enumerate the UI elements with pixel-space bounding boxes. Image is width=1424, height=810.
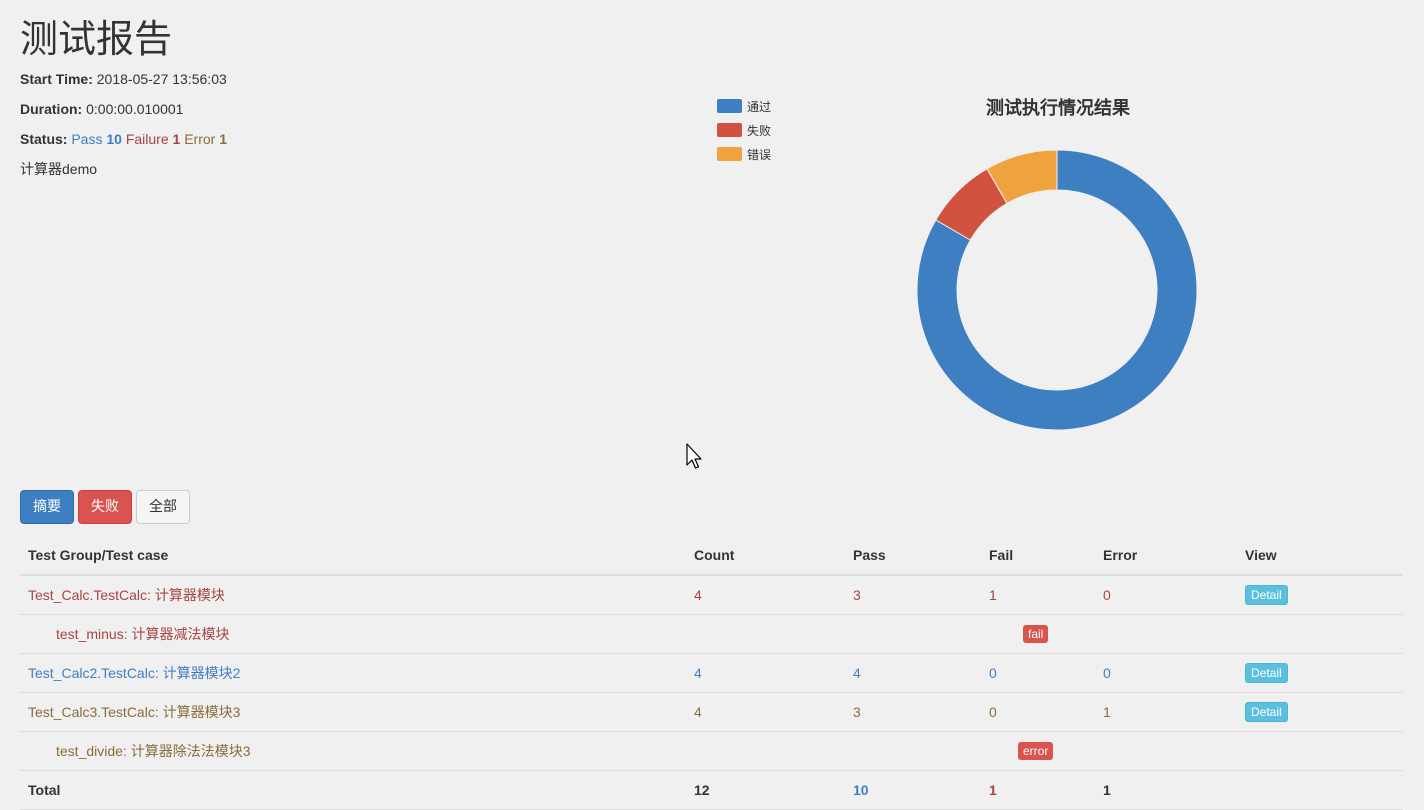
status-pass-label: Pass xyxy=(71,131,103,147)
donut-chart xyxy=(916,149,1198,431)
header-fail: Fail xyxy=(981,536,1095,576)
chart-title: 测试执行情况结果 xyxy=(986,98,1130,118)
table-row: Test_Calc2.TestCalc: 计算器模块2 4 4 0 0 Deta… xyxy=(20,653,1403,693)
group-pass: 3 xyxy=(845,692,981,732)
group-error: 0 xyxy=(1095,653,1237,693)
detail-button[interactable]: Detail xyxy=(1245,663,1288,683)
status: Status: Pass 10 Failure 1 Error 1 xyxy=(20,129,227,149)
total-view xyxy=(1237,770,1403,810)
all-button[interactable]: 全部 xyxy=(136,490,190,524)
group-pass: 3 xyxy=(845,575,981,615)
header-pass: Pass xyxy=(845,536,981,576)
error-badge[interactable]: error xyxy=(1018,742,1054,760)
group-view: Detail xyxy=(1237,692,1403,732)
legend-swatch-fail xyxy=(717,123,742,137)
table-row: Test_Calc3.TestCalc: 计算器模块3 4 3 0 1 Deta… xyxy=(20,692,1403,732)
results-table: Test Group/Test case Count Pass Fail Err… xyxy=(20,536,1403,810)
group-name: Test_Calc3.TestCalc: 计算器模块3 xyxy=(20,692,686,732)
table-row: Test_Calc.TestCalc: 计算器模块 4 3 1 0 Detail xyxy=(20,575,1403,615)
legend-item-fail[interactable]: 失败 xyxy=(717,118,771,142)
group-count: 4 xyxy=(686,653,845,693)
group-error: 1 xyxy=(1095,692,1237,732)
status-failure-count: 1 xyxy=(172,131,181,147)
group-name: Test_Calc.TestCalc: 计算器模块 xyxy=(20,575,686,615)
legend-swatch-error xyxy=(717,147,742,161)
duration-value: 0:00:00.010001 xyxy=(86,101,184,117)
group-fail: 0 xyxy=(981,692,1095,732)
table-row: test_divide: 计算器除法法模块3 error xyxy=(20,731,1403,771)
table-row: test_minus: 计算器减法模块 fail xyxy=(20,614,1403,654)
legend-label-pass: 通过 xyxy=(747,99,772,114)
legend-swatch-pass xyxy=(717,99,742,113)
header-error: Error xyxy=(1095,536,1237,576)
group-count: 4 xyxy=(686,692,845,732)
fail-badge[interactable]: fail xyxy=(1023,625,1049,643)
total-fail: 1 xyxy=(981,770,1095,810)
header-view: View xyxy=(1237,536,1403,576)
header-count: Count xyxy=(686,536,845,576)
status-error-label: Error xyxy=(184,131,216,147)
status-pass-count: 10 xyxy=(106,131,122,147)
total-pass: 10 xyxy=(845,770,981,810)
group-error: 0 xyxy=(1095,575,1237,615)
case-status: error xyxy=(686,731,1403,771)
header-test-case: Test Group/Test case xyxy=(20,536,686,576)
summary-button[interactable]: 摘要 xyxy=(20,490,74,524)
total-count: 12 xyxy=(686,770,845,810)
legend-label-fail: 失败 xyxy=(747,123,772,138)
legend-item-error[interactable]: 错误 xyxy=(717,142,771,166)
group-pass: 4 xyxy=(845,653,981,693)
start-time-label: Start Time: xyxy=(20,71,93,87)
start-time-value: 2018-05-27 13:56:03 xyxy=(96,71,227,87)
group-name: Test_Calc2.TestCalc: 计算器模块2 xyxy=(20,653,686,693)
case-name: test_divide: 计算器除法法模块3 xyxy=(20,731,686,771)
mouse-cursor-icon xyxy=(686,443,702,469)
detail-button[interactable]: Detail xyxy=(1245,585,1288,605)
group-count: 4 xyxy=(686,575,845,615)
case-name: test_minus: 计算器减法模块 xyxy=(20,614,686,654)
total-error: 1 xyxy=(1095,770,1237,810)
chart-legend: 通过 失败 错误 xyxy=(717,94,771,166)
group-fail: 1 xyxy=(981,575,1095,615)
start-time: Start Time: 2018-05-27 13:56:03 xyxy=(20,69,227,89)
legend-item-pass[interactable]: 通过 xyxy=(717,94,771,118)
filter-buttons: 摘要 失败 全部 xyxy=(20,490,190,524)
total-label: Total xyxy=(20,770,686,810)
detail-button[interactable]: Detail xyxy=(1245,702,1288,722)
group-view: Detail xyxy=(1237,653,1403,693)
status-error-count: 1 xyxy=(219,131,228,147)
legend-label-error: 错误 xyxy=(747,147,772,162)
duration: Duration: 0:00:00.010001 xyxy=(20,99,183,119)
failed-button[interactable]: 失败 xyxy=(78,490,132,524)
page-title: 测试报告 xyxy=(20,17,173,61)
duration-label: Duration: xyxy=(20,101,83,117)
total-row: Total 12 10 1 1 xyxy=(20,770,1403,810)
status-failure-label: Failure xyxy=(125,131,169,147)
table-header-row: Test Group/Test case Count Pass Fail Err… xyxy=(20,536,1403,576)
report-description: 计算器demo xyxy=(20,161,98,177)
group-fail: 0 xyxy=(981,653,1095,693)
case-status: fail xyxy=(686,614,1403,654)
group-view: Detail xyxy=(1237,575,1403,615)
status-label: Status: xyxy=(20,131,68,147)
